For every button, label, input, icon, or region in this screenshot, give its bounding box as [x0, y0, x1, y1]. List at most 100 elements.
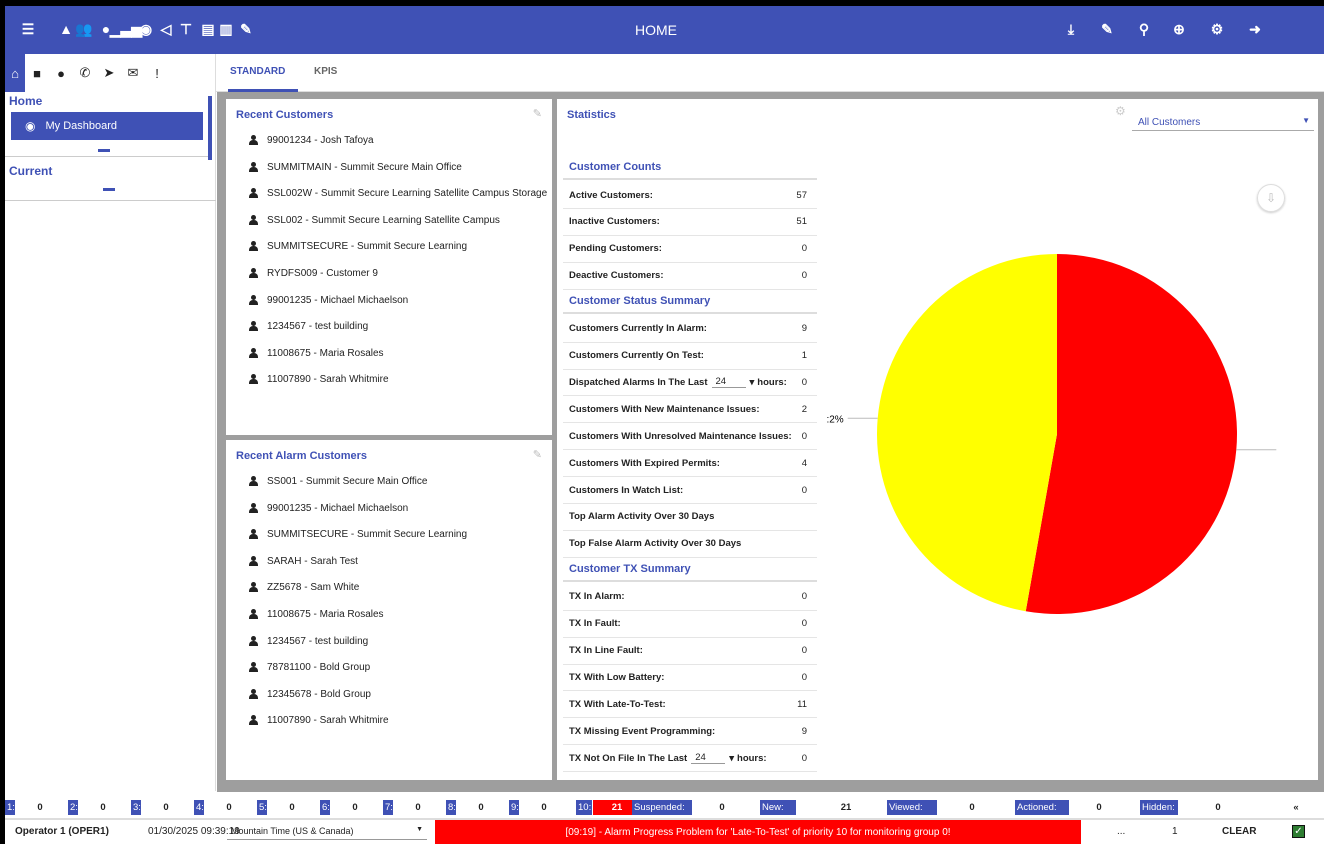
user-icon — [248, 188, 259, 199]
list-item[interactable]: 12345678 - Bold Group — [248, 688, 371, 700]
list-item[interactable]: SSL002 - Summit Secure Learning Satellit… — [248, 214, 500, 226]
collapse-chevron-icon[interactable]: « — [1288, 800, 1304, 815]
timezone-select[interactable]: Mountain Time (US & Canada) ▼ — [227, 822, 427, 840]
pencil-icon[interactable]: ✎ — [237, 20, 255, 38]
users-icon[interactable]: 👥 — [75, 20, 93, 38]
download-icon[interactable]: ⤓ — [1062, 20, 1080, 38]
user-icon — [248, 268, 259, 279]
list-item[interactable]: 99001235 - Michael Michaelson — [248, 294, 408, 306]
queue-state-label[interactable]: Suspended: — [632, 800, 692, 815]
stat-value: 1 — [801, 350, 807, 361]
list-item[interactable]: 99001235 - Michael Michaelson — [248, 502, 408, 514]
home-icon[interactable]: ⌂ — [5, 54, 25, 92]
queue-label[interactable]: 1: — [5, 800, 15, 815]
card-title: Statistics — [567, 109, 616, 121]
pencil-icon[interactable]: ✎ — [1098, 20, 1116, 38]
list-item[interactable]: 11007890 - Sarah Whitmire — [248, 715, 389, 726]
warning-icon[interactable]: ▲ — [57, 20, 75, 38]
phone-icon[interactable]: ✆ — [73, 54, 97, 92]
gear-icon[interactable]: ⚙ — [1115, 104, 1126, 118]
queue-state-label[interactable]: Actioned: — [1015, 800, 1069, 815]
list-item[interactable]: SARAH - Sarah Test — [248, 555, 358, 567]
list-item[interactable]: 11007890 - Sarah Whitmire — [248, 374, 389, 385]
list-item[interactable]: 1234567 - test building — [248, 321, 368, 332]
list-item[interactable]: 78781100 - Bold Group — [248, 662, 370, 673]
stat-label: Customers With New Maintenance Issues: — [569, 403, 760, 415]
user-icon — [248, 347, 259, 359]
stat-label: Deactive Customers: — [569, 270, 664, 282]
user-icon — [248, 688, 259, 700]
sidebar-item-my-dashboard[interactable]: ◉ My Dashboard — [11, 112, 203, 140]
pie-slice[interactable] — [1025, 254, 1237, 614]
stat-row: TX In Alarm: 0 — [563, 584, 817, 611]
queue-label[interactable]: 10: — [576, 800, 592, 815]
stat-row: Customers With New Maintenance Issues: 2 — [563, 396, 817, 424]
sidebar-heading-home[interactable]: Home — [5, 94, 216, 108]
clear-button[interactable]: CLEAR — [1222, 826, 1256, 837]
eraser-icon[interactable]: ✎ — [533, 448, 542, 461]
settings-icon[interactable]: ⚙ — [1208, 20, 1226, 38]
list-item[interactable]: ZZ5678 - Sam White — [248, 582, 359, 593]
thumbtack-icon[interactable]: ⊤ — [177, 20, 195, 38]
menu-icon[interactable]: ☰ — [19, 20, 37, 38]
logout-icon[interactable]: ➜ — [1246, 20, 1264, 38]
queue-label[interactable]: 7: — [383, 800, 393, 815]
alert-banner[interactable]: [09:19] - Alarm Progress Problem for 'La… — [435, 820, 1081, 844]
more-button[interactable]: ... — [1117, 826, 1125, 837]
collapse-indicator[interactable] — [103, 188, 115, 191]
list-item[interactable]: 1234567 - test building — [248, 635, 368, 647]
queue-state-label[interactable]: New: — [760, 800, 796, 815]
info-icon[interactable]: ! — [145, 54, 169, 92]
signal-icon[interactable]: ▁▃▅ — [110, 20, 142, 38]
bullhorn-icon[interactable]: ◁ — [157, 20, 175, 38]
queue-label[interactable]: 4: — [194, 800, 204, 815]
checkbox-icon[interactable]: ✓ — [1292, 825, 1305, 838]
eraser-icon[interactable]: ✎ — [533, 107, 542, 120]
stat-label: Customers With Unresolved Maintenance Is… — [569, 430, 792, 442]
zoom-in-icon[interactable]: ⊕ — [1170, 20, 1188, 38]
tab-standard[interactable]: STANDARD — [230, 66, 285, 77]
download-icon[interactable]: ⇩ — [1257, 184, 1285, 212]
queue-label[interactable]: 9: — [509, 800, 519, 815]
pie-slice[interactable] — [876, 254, 1057, 612]
list-item[interactable]: SUMMITMAIN - Summit Secure Main Office — [248, 161, 462, 173]
bank-icon[interactable]: ▥ — [217, 20, 235, 38]
list-item[interactable]: SS001 - Summit Secure Main Office — [248, 476, 427, 487]
customer-filter-select[interactable]: All Customers ▼ — [1132, 111, 1314, 131]
list-item[interactable]: 11008675 - Maria Rosales — [248, 347, 384, 359]
stat-label: TX In Fault: — [569, 618, 621, 630]
customer-label: 99001234 - Josh Tafoya — [267, 135, 374, 146]
user-icon — [248, 161, 259, 173]
sidebar-section-current: Current — [5, 164, 216, 191]
list-item[interactable]: 11008675 - Maria Rosales — [248, 609, 384, 620]
send-icon[interactable]: ➤ — [97, 54, 121, 92]
queue-label[interactable]: 5: — [257, 800, 267, 815]
list-item[interactable]: SUMMITSECURE - Summit Secure Learning — [248, 529, 467, 540]
hours-select[interactable]: 24 — [691, 752, 726, 765]
user-icon — [248, 241, 259, 252]
list-item[interactable]: SSL002W - Summit Secure Learning Satelli… — [248, 188, 547, 199]
tab-kpis[interactable]: KPIS — [314, 66, 337, 77]
collapse-indicator[interactable] — [98, 149, 110, 152]
document-icon[interactable]: ▤ — [199, 20, 217, 38]
queue-label[interactable]: 3: — [131, 800, 141, 815]
sidebar-scrollbar[interactable] — [208, 96, 212, 160]
queue-label[interactable]: 8: — [446, 800, 456, 815]
envelope-icon[interactable]: ✉ — [121, 54, 145, 92]
comments-icon[interactable]: ● — [49, 54, 73, 92]
list-item[interactable]: SUMMITSECURE - Summit Secure Learning — [248, 241, 467, 252]
sticky-note-icon[interactable]: ■ — [25, 54, 49, 92]
queue-label[interactable]: 2: — [68, 800, 78, 815]
list-item[interactable]: RYDFS009 - Customer 9 — [248, 268, 378, 279]
stat-row: Customers In Watch List: 0 — [563, 477, 817, 504]
search-icon[interactable]: ⚲ — [1135, 20, 1153, 38]
hours-select[interactable]: 24 — [711, 376, 746, 389]
list-item[interactable]: 99001234 - Josh Tafoya — [248, 135, 374, 146]
map-pin-icon[interactable]: ◉ — [137, 20, 155, 38]
queue-value: 0 — [289, 802, 295, 813]
queue-state-label[interactable]: Hidden: — [1140, 800, 1178, 815]
sidebar-heading-current[interactable]: Current — [5, 164, 216, 178]
chevron-down-icon: ▾ — [749, 376, 755, 388]
queue-state-label[interactable]: Viewed: — [887, 800, 937, 815]
queue-label[interactable]: 6: — [320, 800, 330, 815]
